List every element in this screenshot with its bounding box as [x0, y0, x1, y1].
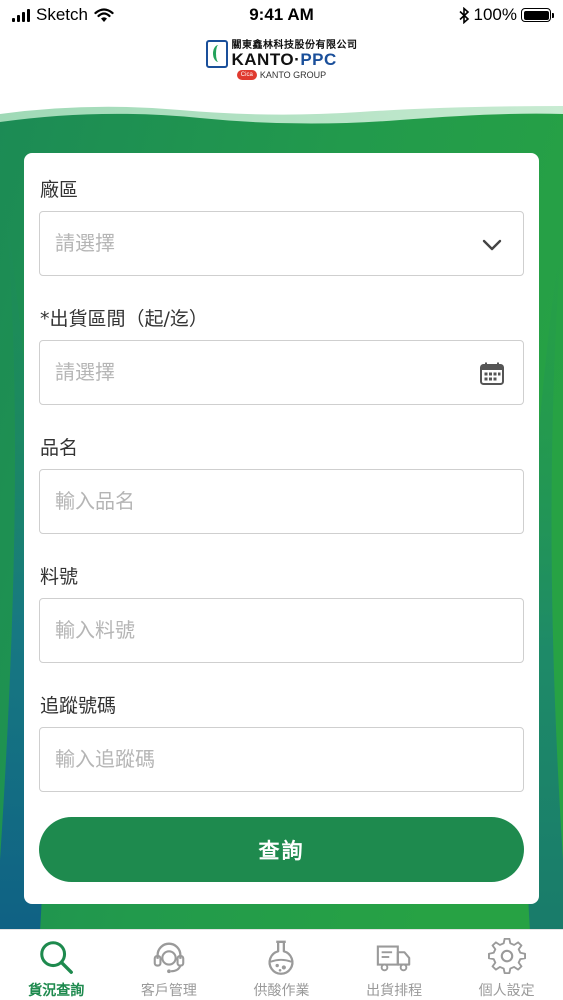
headset-icon — [153, 942, 185, 974]
battery-icon — [521, 8, 554, 22]
tab-label: 個人設定 — [478, 983, 535, 999]
product-name-placeholder: 輸入品名 — [55, 489, 135, 513]
tab-personal-settings[interactable]: 個人設定 — [450, 930, 563, 1000]
product-name-input[interactable]: 輸入品名 — [39, 469, 524, 534]
ship-period-picker[interactable]: 請選擇 — [39, 340, 524, 405]
chevron-down-icon — [482, 239, 502, 251]
logo-ppc: PPC — [300, 49, 337, 69]
bottom-tab-bar: 貨況查詢 客戶管理 供酸作業 出貨排程 個人設定 — [0, 929, 563, 1000]
ship-period-label: *出貨區間（起/迄） — [40, 304, 208, 331]
plant-select-placeholder: 請選擇 — [55, 231, 115, 255]
bluetooth-icon — [458, 6, 469, 24]
tracking-number-placeholder: 輸入追蹤碼 — [55, 747, 155, 771]
tab-label: 客戶管理 — [140, 983, 197, 999]
status-bar: Sketch 9:41 AM 100% — [0, 0, 563, 32]
tab-label: 供酸作業 — [253, 983, 310, 999]
status-right: 100% — [458, 5, 554, 25]
battery-percent: 100% — [473, 5, 517, 24]
group-name: KANTO GROUP — [259, 70, 327, 80]
tab-shipping-schedule[interactable]: 出貨排程 — [338, 930, 451, 1000]
search-icon — [40, 941, 74, 974]
product-name-label: 品名 — [40, 437, 79, 459]
part-number-placeholder: 輸入料號 — [55, 618, 135, 642]
search-form-card: 廠區 請選擇 *出貨區間（起/迄） 請選擇 品名 輸入品名 料號 輸入料號 追蹤… — [24, 153, 539, 904]
required-mark: * — [40, 308, 50, 330]
part-number-label: 料號 — [40, 566, 79, 588]
query-button[interactable]: 查詢 — [39, 817, 524, 882]
flask-icon — [269, 940, 294, 975]
ship-period-placeholder: 請選擇 — [55, 360, 115, 384]
logo-mark-icon — [205, 40, 228, 68]
tab-label: 貨況查詢 — [28, 983, 85, 999]
plant-select[interactable]: 請選擇 — [39, 211, 524, 276]
plant-label: 廠區 — [40, 179, 79, 201]
company-logo: 關東鑫林科技股份有限公司 KANTO·PPC Cica KANTO GROUP — [0, 40, 563, 92]
tab-customer-management[interactable]: 客戶管理 — [113, 930, 226, 1000]
logo-kanto: KANTO — [231, 49, 295, 69]
tracking-number-input[interactable]: 輸入追蹤碼 — [39, 727, 524, 792]
truck-icon — [376, 945, 411, 972]
part-number-input[interactable]: 輸入料號 — [39, 598, 524, 663]
tab-acid-supply[interactable]: 供酸作業 — [225, 930, 338, 1000]
ship-period-label-text: 出貨區間（起/迄） — [49, 308, 208, 330]
tracking-number-label: 追蹤號碼 — [40, 695, 117, 717]
tab-shipment-status[interactable]: 貨況查詢 — [0, 930, 113, 1000]
tab-label: 出貨排程 — [366, 983, 423, 999]
calendar-icon[interactable] — [479, 361, 505, 387]
gear-icon — [487, 938, 526, 975]
group-badge: Cica — [236, 70, 257, 80]
company-name-en: KANTO·PPC — [232, 51, 358, 68]
